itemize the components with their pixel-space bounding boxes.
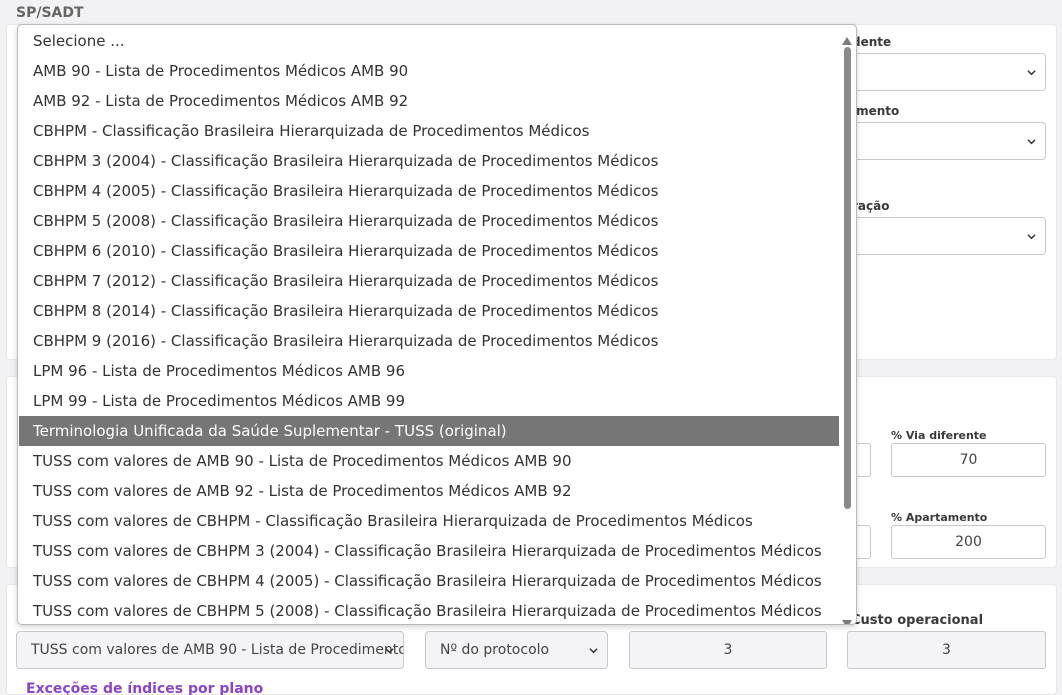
chevron-down-icon bbox=[385, 646, 394, 655]
scrollbar[interactable] bbox=[840, 29, 854, 624]
tabela-select-value: TUSS com valores de AMB 90 - Lista de Pr… bbox=[31, 642, 404, 658]
tabela-select[interactable]: TUSS com valores de AMB 90 - Lista de Pr… bbox=[16, 631, 404, 669]
dropdown-option[interactable]: CBHPM 7 (2012) - Classificação Brasileir… bbox=[19, 266, 839, 296]
field2-label: imento bbox=[852, 104, 900, 118]
dropdown-option[interactable]: TUSS com valores de AMB 92 - Lista de Pr… bbox=[19, 476, 839, 506]
chevron-down-icon bbox=[1027, 232, 1036, 241]
dropdown-option[interactable]: CBHPM 8 (2014) - Classificação Brasileir… bbox=[19, 296, 839, 326]
dropdown-option[interactable]: AMB 90 - Lista de Procedimentos Médicos … bbox=[19, 56, 839, 86]
dropdown-option[interactable]: CBHPM 5 (2008) - Classificação Brasileir… bbox=[19, 206, 839, 236]
section-title: SP/SADT bbox=[16, 5, 84, 21]
dropdown-option[interactable]: CBHPM - Classificação Brasileira Hierarq… bbox=[19, 116, 839, 146]
dropdown-option[interactable]: CBHPM 3 (2004) - Classificação Brasileir… bbox=[19, 146, 839, 176]
chevron-down-icon bbox=[1027, 68, 1036, 77]
dropdown-option[interactable]: LPM 99 - Lista de Procedimentos Médicos … bbox=[19, 386, 839, 416]
field1-select[interactable] bbox=[840, 53, 1046, 91]
chevron-down-icon bbox=[1027, 137, 1036, 146]
dropdown-option[interactable]: TUSS com valores de CBHPM - Classificaçã… bbox=[19, 506, 839, 536]
chevron-down-icon bbox=[589, 646, 598, 655]
dropdown-option[interactable]: LPM 96 - Lista de Procedimentos Médicos … bbox=[19, 356, 839, 386]
dropdown-option[interactable]: CBHPM 9 (2016) - Classificação Brasileir… bbox=[19, 326, 839, 356]
scrollbar-thumb[interactable] bbox=[844, 47, 851, 509]
custo-operacional-label: Custo operacional bbox=[851, 613, 984, 628]
triangle-up-icon[interactable] bbox=[842, 30, 852, 45]
field2-select[interactable] bbox=[840, 122, 1046, 160]
dropdown-option[interactable]: Selecione ... bbox=[19, 26, 839, 56]
field-a-input[interactable]: 3 bbox=[629, 631, 827, 669]
field3-select[interactable] bbox=[840, 217, 1046, 255]
triangle-down-icon[interactable] bbox=[842, 613, 852, 624]
protocolo-select-value: Nº do protocolo bbox=[440, 642, 550, 658]
apartamento-label: % Apartamento bbox=[891, 511, 988, 524]
dropdown-option[interactable]: Terminologia Unificada da Saúde Suplemen… bbox=[19, 416, 839, 446]
apartamento-input[interactable]: 200 bbox=[891, 525, 1046, 559]
protocolo-select[interactable]: Nº do protocolo bbox=[425, 631, 608, 669]
tabela-dropdown-list[interactable]: Selecione ... AMB 90 - Lista de Procedime… bbox=[17, 24, 857, 625]
dropdown-option[interactable]: CBHPM 6 (2010) - Classificação Brasileir… bbox=[19, 236, 839, 266]
field1-label: dente bbox=[852, 35, 892, 49]
dropdown-option[interactable]: AMB 92 - Lista de Procedimentos Médicos … bbox=[19, 86, 839, 116]
via-diferente-input[interactable]: 70 bbox=[891, 443, 1046, 477]
page: SP/SADT dente imento ração % Via diferen… bbox=[0, 0, 1062, 695]
custo-operacional-input[interactable]: 3 bbox=[847, 631, 1046, 669]
dropdown-option[interactable]: TUSS com valores de CBHPM 3 (2004) - Cla… bbox=[19, 536, 839, 566]
dropdown-option[interactable]: TUSS com valores de CBHPM 4 (2005) - Cla… bbox=[19, 566, 839, 596]
via-diferente-label: % Via diferente bbox=[891, 429, 987, 442]
dropdown-option[interactable]: TUSS com valores de CBHPM 5 (2008) - Cla… bbox=[19, 596, 839, 624]
excecoes-link[interactable]: Exceções de índices por plano bbox=[26, 681, 263, 695]
dropdown-option[interactable]: TUSS com valores de AMB 90 - Lista de Pr… bbox=[19, 446, 839, 476]
dropdown-option[interactable]: CBHPM 4 (2005) - Classificação Brasileir… bbox=[19, 176, 839, 206]
field3-label: ração bbox=[852, 199, 890, 213]
